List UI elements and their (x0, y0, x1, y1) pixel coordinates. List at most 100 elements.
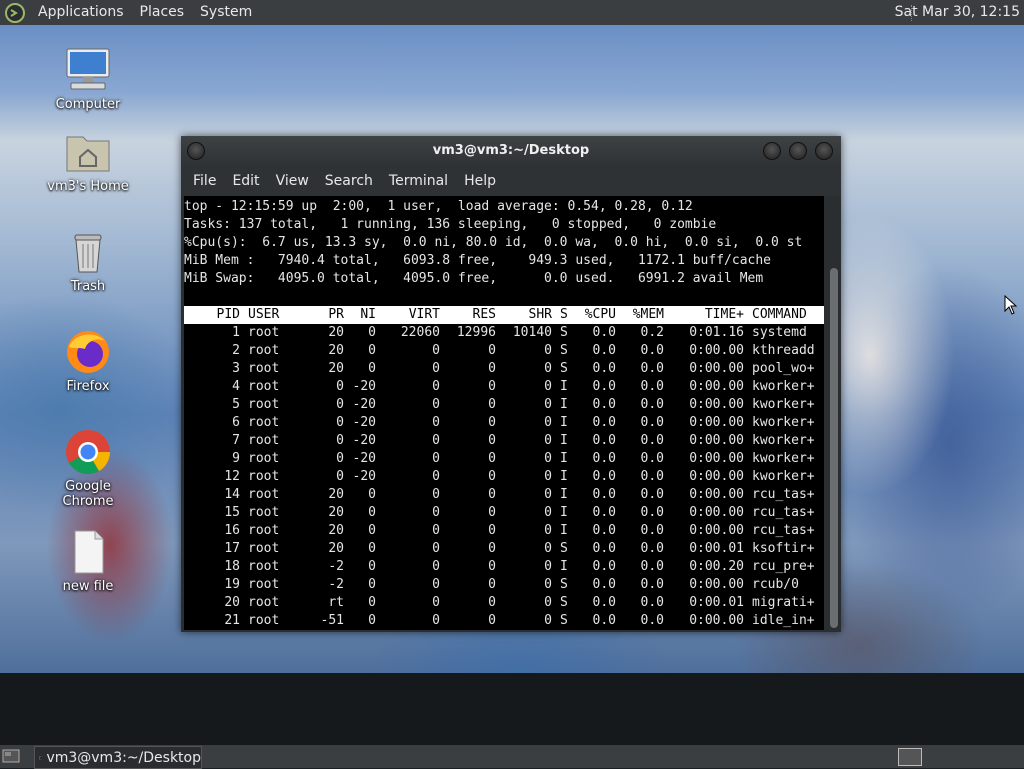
summary-line: MiB Swap: 4095.0 total, 4095.0 free, 0.0… (184, 271, 764, 286)
process-row: 7 root 0 -20 0 0 0 I 0.0 0.0 0:00.00 kworker+ (184, 432, 824, 450)
process-row: 19 root -2 0 0 0 0 S 0.0 0.0 0:00.00 rcub/0 (184, 576, 824, 594)
applications-menu[interactable]: Applications (30, 0, 132, 25)
desktop-icon-firefox[interactable]: Firefox (38, 327, 138, 394)
cell-mem: 0.0 (640, 379, 664, 394)
cell-cpu: 0.0 (592, 559, 616, 574)
home-folder-icon (66, 136, 110, 172)
menu-terminal[interactable]: Terminal (381, 173, 456, 189)
cell-virt: 0 (432, 469, 440, 484)
cell-time: 0:00.00 (689, 523, 744, 538)
window-menu-button[interactable] (187, 142, 205, 160)
cell-user: root (248, 433, 280, 448)
cell-pid: 5 (232, 397, 240, 412)
system-menu[interactable]: System (192, 0, 260, 25)
col-ni: NI (360, 307, 376, 322)
cell-mem: 0.0 (640, 451, 664, 466)
cell-ni: 0 (368, 325, 376, 340)
cell-res: 0 (488, 397, 496, 412)
minimize-button[interactable] (763, 142, 781, 160)
cell-pr: -2 (328, 577, 344, 592)
bottom-panel: vm3@vm3:~/Desktop (0, 745, 1024, 769)
cell-shr: 0 (544, 433, 552, 448)
summary-line: %Cpu(s): 6.7 us, 13.3 sy, 0.0 ni, 80.0 i… (184, 235, 803, 250)
menu-view[interactable]: View (268, 173, 317, 189)
cell-time: 0:00.00 (689, 397, 744, 412)
cell-pr: 0 (336, 379, 344, 394)
show-desktop-icon[interactable] (2, 747, 20, 765)
cell-virt: 0 (432, 541, 440, 556)
process-row: 4 root 0 -20 0 0 0 I 0.0 0.0 0:00.00 kworker+ (184, 378, 824, 396)
cell-virt: 0 (432, 559, 440, 574)
terminal-scrollbar[interactable] (827, 196, 841, 630)
desktop-icon-label: Firefox (66, 379, 110, 394)
col-pid: PID (216, 307, 240, 322)
cell-command: kworker+ (752, 433, 815, 448)
cell-cpu: 0.0 (592, 469, 616, 484)
cell-res: 0 (488, 523, 496, 538)
cell-shr: 0 (544, 577, 552, 592)
cell-state: I (560, 505, 568, 520)
cell-virt: 0 (432, 379, 440, 394)
terminal-screen[interactable]: top - 12:15:59 up 2:00, 1 user, load ave… (184, 196, 824, 630)
cell-pr: 20 (328, 343, 344, 358)
process-row: 21 root -51 0 0 0 0 S 0.0 0.0 0:00.00 idle_in+ (184, 612, 824, 630)
cell-user: root (248, 613, 280, 628)
scrollbar-thumb[interactable] (830, 268, 838, 628)
cell-pid: 1 (232, 325, 240, 340)
cell-user: root (248, 505, 280, 520)
places-menu[interactable]: Places (132, 0, 193, 25)
desktop-icon-label: vm3's Home (47, 179, 129, 194)
cell-res: 0 (488, 559, 496, 574)
col-virt: VIRT (408, 307, 440, 322)
cell-virt: 0 (432, 577, 440, 592)
cell-cpu: 0.0 (592, 379, 616, 394)
cell-state: I (560, 379, 568, 394)
cell-time: 0:00.00 (689, 469, 744, 484)
menu-search[interactable]: Search (317, 173, 381, 189)
clock[interactable]: Sat Mar 30, 12:15 (895, 0, 1020, 25)
cell-mem: 0.0 (640, 577, 664, 592)
cell-mem: 0.0 (640, 595, 664, 610)
cell-pr: 0 (336, 433, 344, 448)
cell-state: I (560, 397, 568, 412)
cell-mem: 0.0 (640, 469, 664, 484)
close-button[interactable] (815, 142, 833, 160)
desktop-icon-trash[interactable]: Trash (38, 227, 138, 294)
menu-edit[interactable]: Edit (224, 173, 267, 189)
top-panel: Applications Places System Sat Mar 30, 1… (0, 0, 1024, 25)
summary-line: MiB Mem : 7940.4 total, 6093.8 free, 949… (184, 253, 771, 268)
cell-command: rcu_pre+ (752, 559, 815, 574)
terminal-window[interactable]: vm3@vm3:~/Desktop File Edit View Search … (181, 136, 841, 632)
cell-user: root (248, 325, 280, 340)
cell-res: 0 (488, 613, 496, 628)
maximize-button[interactable] (789, 142, 807, 160)
cell-time: 0:00.00 (689, 613, 744, 628)
summary-line: top - 12:15:59 up 2:00, 1 user, load ave… (184, 199, 693, 214)
cell-command: kworker+ (752, 397, 815, 412)
desktop-icon-new-file[interactable]: new file (38, 527, 138, 594)
terminal-titlebar[interactable]: vm3@vm3:~/Desktop (181, 136, 841, 166)
mate-logo-icon[interactable] (4, 2, 26, 24)
cell-cpu: 0.0 (592, 397, 616, 412)
cell-pid: 19 (224, 577, 240, 592)
cell-pid: 18 (224, 559, 240, 574)
desktop-icon-chrome[interactable]: Google Chrome (38, 427, 138, 509)
desktop-icon-computer[interactable]: Computer (38, 45, 138, 112)
cell-pid: 15 (224, 505, 240, 520)
cell-pid: 21 (224, 613, 240, 628)
process-row: 6 root 0 -20 0 0 0 I 0.0 0.0 0:00.00 kworker+ (184, 414, 824, 432)
cell-res: 0 (488, 361, 496, 376)
menu-help[interactable]: Help (456, 173, 504, 189)
cell-pr: -51 (320, 613, 344, 628)
taskbar-button-terminal[interactable]: vm3@vm3:~/Desktop (34, 746, 202, 769)
cell-pr: 0 (336, 397, 344, 412)
menu-file[interactable]: File (185, 173, 224, 189)
cell-pr: 20 (328, 505, 344, 520)
cell-user: root (248, 379, 280, 394)
cell-ni: 0 (368, 343, 376, 358)
cell-pid: 17 (224, 541, 240, 556)
workspace-switcher[interactable] (898, 748, 922, 766)
desktop-icon-home[interactable]: vm3's Home (38, 127, 138, 194)
cell-time: 0:01.16 (689, 325, 744, 340)
cell-mem: 0.0 (640, 541, 664, 556)
